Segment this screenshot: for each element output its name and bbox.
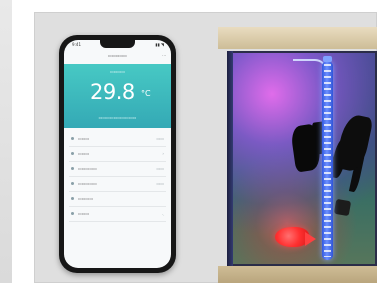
calligraphy-stroke bbox=[334, 112, 374, 174]
red-fish bbox=[275, 227, 309, 247]
calligraphy-seal bbox=[333, 198, 352, 217]
signal-icon: ▮▮ ◥ bbox=[155, 42, 164, 47]
list-item-label: ▭▭▭▭▭ bbox=[78, 181, 97, 186]
status-time: 9:41 bbox=[72, 42, 81, 47]
list-item[interactable]: ▭▭▭ ▭▭ bbox=[69, 132, 166, 147]
list-item-label: ▭▭▭▭ bbox=[78, 196, 94, 201]
list-item-icon bbox=[71, 152, 74, 155]
smartphone: 9:41 ▮▮ ◥ ▭▭▭▭▭ ⋯ ▭▭▭▭ 29.8 °C ▭▭▭▭▭▭▭▭▭… bbox=[59, 35, 176, 273]
list-item-icon bbox=[71, 212, 74, 215]
aquarium-tank bbox=[227, 51, 377, 266]
list-item-label: ▭▭▭ bbox=[78, 151, 90, 156]
list-item-icon bbox=[71, 137, 74, 140]
list-item-label: ▭▭▭▭▭ bbox=[78, 166, 97, 171]
settings-list: ▭▭▭ ▭▭ ▭▭▭ › ▭▭▭▭▭ ▭▭ ▭▭▭▭▭ ▭▭ ▭▭▭▭ ▭▭▭ … bbox=[64, 132, 171, 222]
app-title-placeholder: ▭▭▭▭▭ bbox=[108, 53, 127, 58]
list-item-label: ▭▭▭ bbox=[78, 136, 90, 141]
list-item[interactable]: ▭▭▭▭▭ ▭▭ bbox=[69, 162, 166, 177]
list-item-label: ▭▭▭ bbox=[78, 211, 90, 216]
list-item-value: ▭▭ bbox=[156, 181, 164, 186]
fish-tail bbox=[305, 232, 316, 246]
temperature-card-title: ▭▭▭▭ bbox=[109, 69, 126, 74]
list-item-icon bbox=[71, 167, 74, 170]
led-heater-tube bbox=[322, 56, 333, 260]
heater-cap bbox=[323, 56, 332, 62]
calligraphy-background bbox=[289, 112, 377, 217]
phone-notch bbox=[100, 40, 135, 48]
product-photo: 9:41 ▮▮ ◥ ▭▭▭▭▭ ⋯ ▭▭▭▭ 29.8 °C ▭▭▭▭▭▭▭▭▭… bbox=[0, 0, 377, 283]
list-item[interactable]: ▭▭▭ › bbox=[69, 147, 166, 162]
list-item-icon bbox=[71, 197, 74, 200]
led-lights bbox=[324, 64, 331, 257]
list-item-value: › bbox=[162, 151, 164, 156]
more-icon[interactable]: ⋯ bbox=[162, 50, 166, 62]
list-item-value: ▭▭ bbox=[156, 166, 164, 171]
list-item-icon bbox=[71, 182, 74, 185]
aquarium-top-frame bbox=[218, 27, 377, 49]
list-item[interactable]: ▭▭▭ ◟ bbox=[69, 207, 166, 222]
aquarium bbox=[218, 27, 377, 283]
left-edge-panel bbox=[0, 0, 12, 283]
temperature-card: ▭▭▭▭ 29.8 °C ▭▭▭▭▭▭▭▭▭▭ bbox=[64, 64, 171, 128]
temperature-card-subtext: ▭▭▭▭▭▭▭▭▭▭ bbox=[98, 115, 137, 120]
list-item[interactable]: ▭▭▭▭▭ ▭▭ bbox=[69, 177, 166, 192]
calligraphy-stroke bbox=[289, 123, 323, 173]
list-item-value: ▭▭ bbox=[156, 136, 164, 141]
list-item-value: ◟ bbox=[162, 211, 164, 216]
app-header: ▭▭▭▭▭ ⋯ bbox=[64, 50, 171, 62]
phone-screen: 9:41 ▮▮ ◥ ▭▭▭▭▭ ⋯ ▭▭▭▭ 29.8 °C ▭▭▭▭▭▭▭▭▭… bbox=[64, 40, 171, 268]
temperature-unit: °C bbox=[141, 89, 151, 98]
aquarium-bottom-frame bbox=[218, 266, 377, 283]
aquarium-left-edge bbox=[227, 51, 233, 266]
temperature-value: 29.8 bbox=[90, 80, 135, 104]
list-item[interactable]: ▭▭▭▭ bbox=[69, 192, 166, 207]
